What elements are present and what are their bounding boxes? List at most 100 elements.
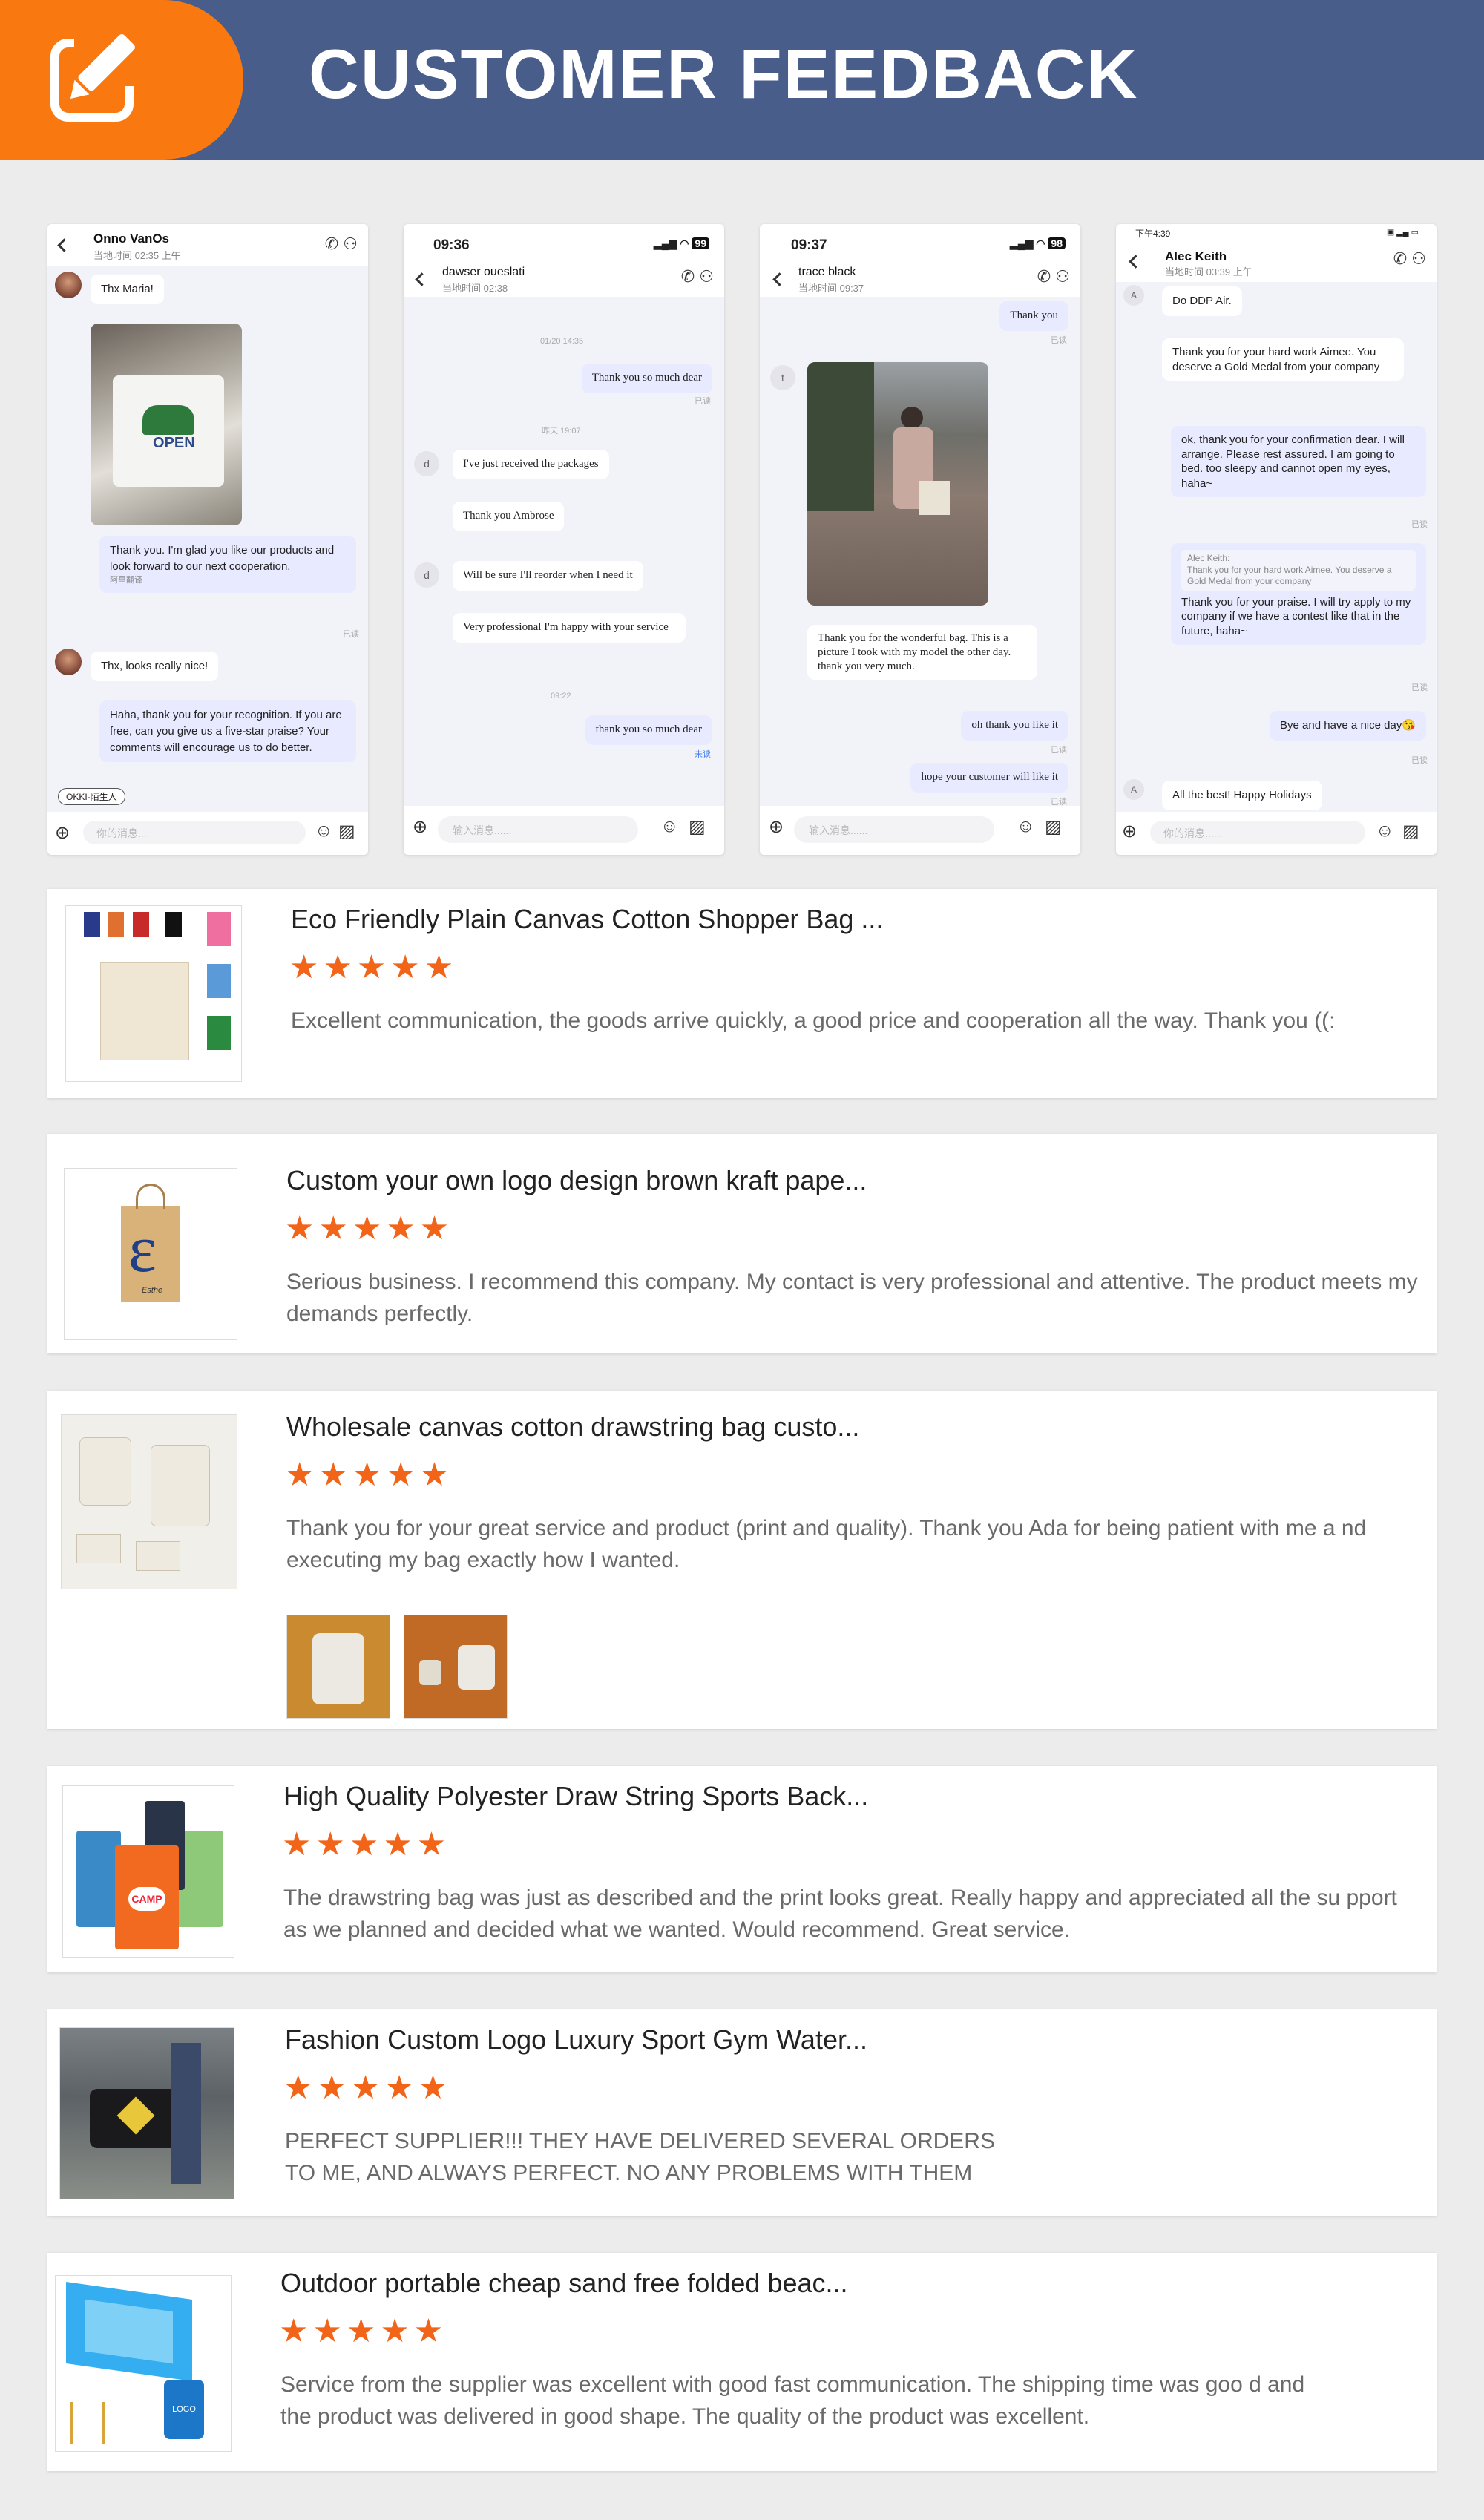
product-title[interactable]: High Quality Polyester Draw String Sport…: [283, 1781, 868, 1812]
review-card: Wholesale canvas cotton drawstring bag c…: [47, 1391, 1437, 1729]
add-icon[interactable]: ⊕: [769, 816, 784, 838]
message-bubble: Haha, thank you for your recognition. If…: [99, 700, 356, 763]
chat-input-bar: ⊕ 输入消息...... ☺ ▨: [404, 806, 724, 855]
quoted-message: Alec Keith: Thank you for your hard work…: [1181, 550, 1416, 591]
add-icon[interactable]: ⊕: [413, 816, 427, 838]
review-text: Serious business. I recommend this compa…: [286, 1270, 1418, 1326]
avatar: A: [1123, 285, 1144, 306]
edit-icon: [50, 27, 135, 122]
contact-local-time: 当地时间 03:39 上午: [1165, 266, 1252, 278]
status-time: 09:37: [791, 237, 827, 253]
back-icon[interactable]: [415, 272, 429, 286]
avatar: d: [414, 451, 439, 476]
message-input[interactable]: 输入消息......: [438, 816, 638, 843]
product-title[interactable]: Outdoor portable cheap sand free folded …: [280, 2268, 848, 2299]
star-rating: ★★★★★: [282, 1826, 451, 1863]
message-bubble: Very professional I'm happy with your se…: [453, 613, 686, 643]
message-bubble: thank you so much dear: [585, 715, 712, 745]
message-bubble: Do DDP Air.: [1162, 286, 1242, 316]
status-icons: ▣ ▂▄ ▭: [1386, 228, 1419, 237]
product-thumbnail[interactable]: LOGO: [55, 2275, 232, 2452]
contact-tag[interactable]: OKKI-陌生人: [58, 788, 125, 805]
avatar: A: [1123, 779, 1144, 800]
message-input[interactable]: 你的消息...: [83, 821, 306, 844]
emoji-icon[interactable]: ☺: [315, 821, 333, 841]
message-bubble: Thank you Ambrose: [453, 502, 565, 531]
message-bubble: All the best! Happy Holidays: [1162, 781, 1322, 810]
image-icon[interactable]: ▨: [1045, 816, 1062, 838]
message-bubble: Thank you for your hard work Aimee. You …: [1162, 338, 1404, 381]
review-photo[interactable]: [286, 1615, 390, 1719]
contact-local-time: 当地时间 09:37: [798, 283, 864, 294]
message-bubble: Thank you. I'm glad you like our product…: [99, 536, 356, 594]
message-bubble: Will be sure I'll reorder when I need it: [453, 561, 643, 591]
review-text: Excellent communication, the goods arriv…: [291, 1008, 1336, 1033]
status-icons: ▂▄▆ ◠ 99: [654, 237, 709, 250]
avatar: t: [770, 365, 795, 390]
message-bubble: ok, thank you for your confirmation dear…: [1171, 426, 1426, 497]
product-thumbnail[interactable]: [61, 1414, 237, 1589]
call-and-profile-icons[interactable]: ✆ ⚇: [1393, 249, 1426, 269]
chat-input-bar: ⊕ 输入消息...... ☺ ▨: [760, 806, 1080, 855]
back-icon[interactable]: [57, 238, 71, 252]
header-banner: CUSTOMER FEEDBACK: [0, 0, 1484, 160]
product-title[interactable]: Custom your own logo design brown kraft …: [286, 1165, 867, 1196]
contact-local-time: 当地时间 02:35 上午: [93, 250, 181, 261]
page-title: CUSTOMER FEEDBACK: [309, 35, 1139, 113]
message-bubble: Thx, looks really nice!: [91, 652, 219, 681]
header-badge: [0, 0, 243, 160]
product-title[interactable]: Eco Friendly Plain Canvas Cotton Shopper…: [291, 904, 883, 935]
review-card: ε Esthe Custom your own logo design brow…: [47, 1134, 1437, 1353]
product-thumbnail[interactable]: [65, 905, 242, 1082]
chat-screenshot-dawser: 09:36 ▂▄▆ ◠ 99 dawser oueslati 当地时间 02:3…: [404, 224, 724, 855]
back-icon[interactable]: [772, 272, 787, 286]
product-title[interactable]: Wholesale canvas cotton drawstring bag c…: [286, 1411, 859, 1443]
back-icon[interactable]: [1129, 255, 1143, 269]
image-icon[interactable]: ▨: [1402, 821, 1419, 842]
star-rating: ★★★★★: [283, 2070, 453, 2106]
emoji-icon[interactable]: ☺: [1017, 816, 1035, 837]
review-photo[interactable]: [404, 1615, 508, 1719]
emoji-icon[interactable]: ☺: [660, 816, 679, 837]
call-and-profile-icons[interactable]: ✆ ⚇: [1037, 267, 1070, 286]
chat-screenshot-trace: 09:37 ▂▄▆ ◠ 98 trace black 当地时间 09:37 ✆ …: [760, 224, 1080, 855]
chat-screenshot-alec: 下午4:39 ▣ ▂▄ ▭ Alec Keith 当地时间 03:39 上午 ✆…: [1116, 224, 1437, 855]
message-bubble: Thank you so much dear: [581, 364, 712, 393]
add-icon[interactable]: ⊕: [1122, 821, 1137, 842]
status-time: 09:36: [433, 237, 470, 253]
review-text: Thank you for your great service and pro…: [286, 1516, 1367, 1572]
message-bubble: I've just received the packages: [453, 450, 609, 479]
add-icon[interactable]: ⊕: [55, 822, 70, 844]
chat-screenshot-onno: Onno VanOs 当地时间 02:35 上午 ✆ ⚇ Thx Maria! …: [47, 224, 368, 855]
review-text: PERFECT SUPPLIER!!! THEY HAVE DELIVERED …: [285, 2129, 995, 2185]
call-and-profile-icons[interactable]: ✆ ⚇: [325, 234, 358, 254]
contact-name: dawser oueslati: [442, 266, 525, 278]
message-bubble: Thank you: [999, 301, 1068, 331]
chat-header: 下午4:39 ▣ ▂▄ ▭ Alec Keith 当地时间 03:39 上午 ✆…: [1116, 224, 1437, 282]
customer-photo: [807, 362, 988, 606]
product-thumbnail[interactable]: ε Esthe: [64, 1168, 237, 1340]
image-icon[interactable]: ▨: [689, 816, 706, 838]
contact-name: trace black: [798, 266, 856, 278]
chat-header: Onno VanOs 当地时间 02:35 上午 ✆ ⚇: [47, 224, 368, 266]
message-input[interactable]: 输入消息......: [794, 816, 994, 843]
review-text: Service from the supplier was excellent …: [280, 2372, 1305, 2429]
image-icon[interactable]: ▨: [338, 821, 355, 842]
message-bubble: Bye and have a nice day😘: [1270, 711, 1426, 741]
product-thumbnail[interactable]: CAMP: [62, 1785, 234, 1958]
message-bubble: Thank you for the wonderful bag. This is…: [807, 625, 1037, 680]
call-and-profile-icons[interactable]: ✆ ⚇: [681, 267, 714, 286]
message-bubble: Thx Maria!: [91, 275, 164, 304]
status-icons: ▂▄▆ ◠ 98: [1010, 237, 1066, 250]
chat-header: 09:37 ▂▄▆ ◠ 98 trace black 当地时间 09:37 ✆ …: [760, 224, 1080, 297]
star-rating: ★★★★★: [285, 1457, 454, 1493]
chat-header: 09:36 ▂▄▆ ◠ 99 dawser oueslati 当地时间 02:3…: [404, 224, 724, 297]
status-time: 下午4:39: [1135, 229, 1171, 239]
star-rating: ★★★★★: [279, 2313, 448, 2349]
avatar: [55, 649, 82, 675]
product-title[interactable]: Fashion Custom Logo Luxury Sport Gym Wat…: [285, 2024, 867, 2055]
contact-name: Onno VanOs: [93, 232, 170, 246]
emoji-icon[interactable]: ☺: [1376, 821, 1394, 841]
message-input[interactable]: 你的消息......: [1150, 821, 1365, 844]
product-thumbnail[interactable]: [59, 2027, 234, 2199]
